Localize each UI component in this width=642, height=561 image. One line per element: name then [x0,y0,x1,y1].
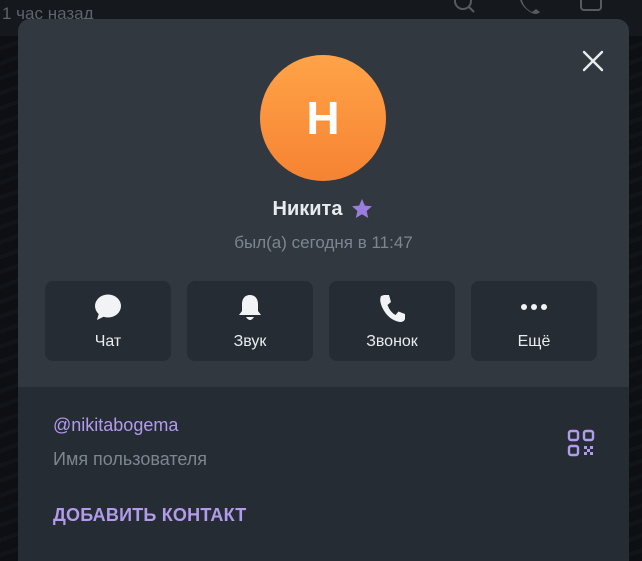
action-buttons: Чат Звук Звонок Ещё [45,281,597,361]
profile-info-section: @nikitabogema Имя пользователя ДОБАВИТЬ … [18,387,629,561]
chat-button-label: Чат [94,333,122,350]
app-window: 1 час назад Н Никита был(а) сегодня в 11… [0,0,642,561]
close-icon[interactable] [579,47,607,75]
username-caption: Имя пользователя [53,449,208,469]
sound-button-label: Звук [233,333,267,350]
more-button-label: Ещё [517,333,551,350]
profile-name: Никита [272,197,343,220]
avatar-initial: Н [306,92,340,144]
chat-button[interactable]: Чат [45,281,171,361]
username-link[interactable]: @nikitabogema [53,415,178,436]
chat-bubble-icon [95,294,121,320]
call-button-label: Звонок [366,333,418,350]
call-button[interactable]: Звонок [329,281,455,361]
more-button[interactable]: Ещё [471,281,597,361]
chat-wallpaper-right [628,36,642,561]
bell-icon [239,295,261,320]
search-icon[interactable] [452,0,478,14]
sidebar-toggle-icon[interactable] [578,0,604,14]
last-seen-status: был(а) сегодня в 11:47 [234,233,413,252]
more-dots-icon [521,304,547,310]
qr-code-icon[interactable] [567,429,595,457]
profile-modal: Н Никита был(а) сегодня в 11:47 Чат Звук… [18,19,629,561]
avatar[interactable]: Н [260,55,386,181]
call-icon[interactable] [518,0,544,14]
add-contact-button[interactable]: ДОБАВИТЬ КОНТАКТ [53,505,246,526]
chat-wallpaper-left [0,36,18,561]
sound-button[interactable]: Звук [187,281,313,361]
phone-icon [380,295,405,322]
premium-star-icon[interactable] [350,197,374,221]
profile-name-row: Никита [18,197,629,221]
